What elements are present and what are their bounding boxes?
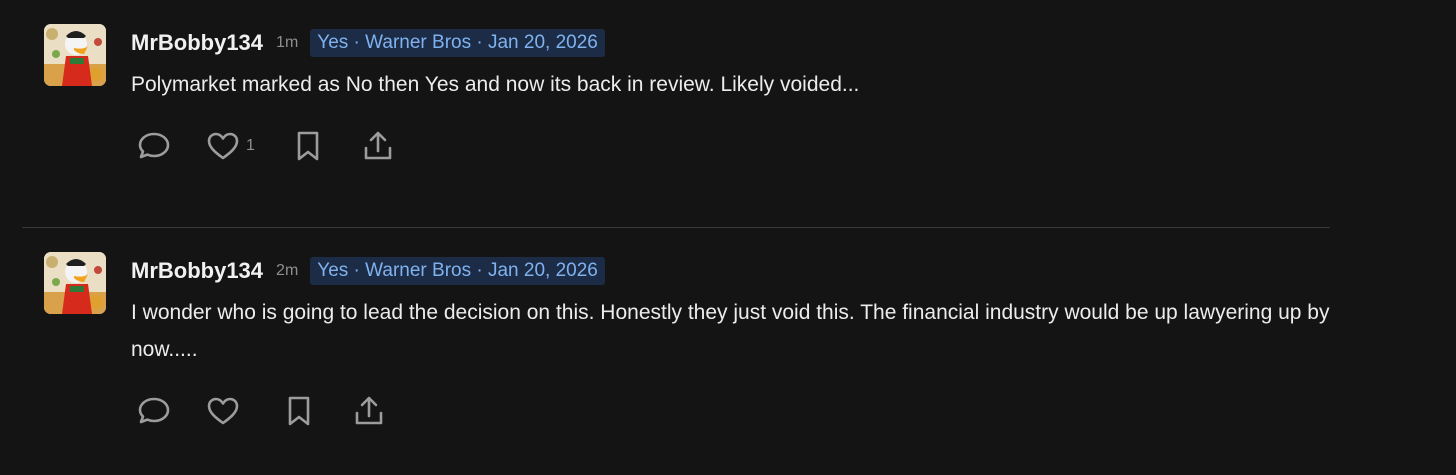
bookmark-icon	[288, 396, 310, 426]
bookmark-button[interactable]	[293, 129, 323, 163]
reply-button[interactable]	[136, 394, 172, 428]
like-button[interactable]: 1	[206, 129, 255, 163]
username[interactable]: MrBobby134	[131, 258, 263, 284]
timestamp: 1m	[276, 34, 299, 51]
like-button[interactable]	[206, 394, 246, 428]
like-count: 1	[246, 137, 255, 154]
share-button[interactable]	[361, 129, 395, 163]
comment-text: I wonder who is going to lead the decisi…	[131, 301, 1330, 361]
speech-bubble-icon	[138, 397, 170, 424]
comment-header: MrBobby134 2m Yes · Warner Bros · Jan 20…	[131, 256, 605, 286]
username[interactable]: MrBobby134	[131, 30, 263, 56]
heart-icon	[207, 132, 239, 160]
comment-actions	[136, 394, 386, 428]
share-button[interactable]	[352, 394, 386, 428]
share-icon	[355, 396, 383, 425]
timestamp: 2m	[276, 262, 299, 279]
avatar[interactable]	[44, 252, 106, 314]
avatar[interactable]	[44, 24, 106, 86]
comment-divider	[22, 227, 1330, 228]
bookmark-button[interactable]	[284, 394, 314, 428]
position-badge[interactable]: Yes · Warner Bros · Jan 20, 2026	[310, 29, 605, 57]
comment-actions: 1	[136, 129, 395, 163]
avatar-image	[44, 252, 106, 314]
position-badge[interactable]: Yes · Warner Bros · Jan 20, 2026	[310, 257, 605, 285]
comment-text: Polymarket marked as No then Yes and now…	[131, 73, 860, 96]
avatar-image	[44, 24, 106, 86]
share-icon	[364, 131, 392, 160]
reply-button[interactable]	[136, 129, 172, 163]
heart-icon	[207, 397, 239, 425]
bookmark-icon	[297, 131, 319, 161]
speech-bubble-icon	[138, 132, 170, 159]
comment-header: MrBobby134 1m Yes · Warner Bros · Jan 20…	[131, 28, 605, 58]
